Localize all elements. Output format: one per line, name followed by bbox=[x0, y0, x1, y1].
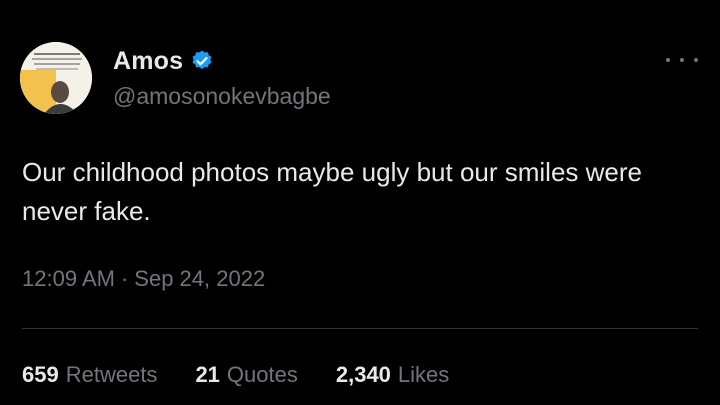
engagement-stats: 659 Retweets 21 Quotes 2,340 Likes bbox=[22, 362, 487, 388]
avatar-image bbox=[20, 42, 92, 114]
timestamp-separator: · bbox=[120, 266, 129, 291]
divider bbox=[22, 328, 698, 329]
author-display-name[interactable]: Amos bbox=[113, 47, 183, 76]
retweets-label: Retweets bbox=[65, 362, 158, 387]
tweet-date: Sep 24, 2022 bbox=[134, 266, 266, 291]
more-dot bbox=[680, 58, 684, 62]
likes-label: Likes bbox=[397, 362, 450, 387]
likes-count: 2,340 bbox=[335, 362, 391, 387]
likes-stat[interactable]: 2,340 Likes bbox=[336, 362, 449, 388]
tweet-card: Amos @amosonokevbagbe Our childhood phot… bbox=[0, 0, 720, 405]
retweets-stat[interactable]: 659 Retweets bbox=[22, 362, 157, 388]
more-dot bbox=[666, 58, 670, 62]
tweet-timestamp[interactable]: 12:09 AM · Sep 24, 2022 bbox=[22, 266, 265, 292]
retweets-count: 659 bbox=[22, 362, 59, 387]
quotes-label: Quotes bbox=[226, 362, 298, 387]
avatar[interactable] bbox=[20, 42, 92, 114]
more-dot bbox=[694, 58, 698, 62]
quotes-count: 21 bbox=[195, 362, 220, 387]
tweet-time: 12:09 AM bbox=[22, 266, 115, 291]
more-options-icon[interactable] bbox=[666, 52, 698, 68]
author-handle[interactable]: @amosonokevbagbe bbox=[113, 83, 331, 110]
tweet-text: Our childhood photos maybe ugly but our … bbox=[22, 157, 650, 226]
verified-badge-icon bbox=[190, 49, 214, 73]
author-name-row: Amos bbox=[113, 44, 214, 78]
quotes-stat[interactable]: 21 Quotes bbox=[195, 362, 297, 388]
